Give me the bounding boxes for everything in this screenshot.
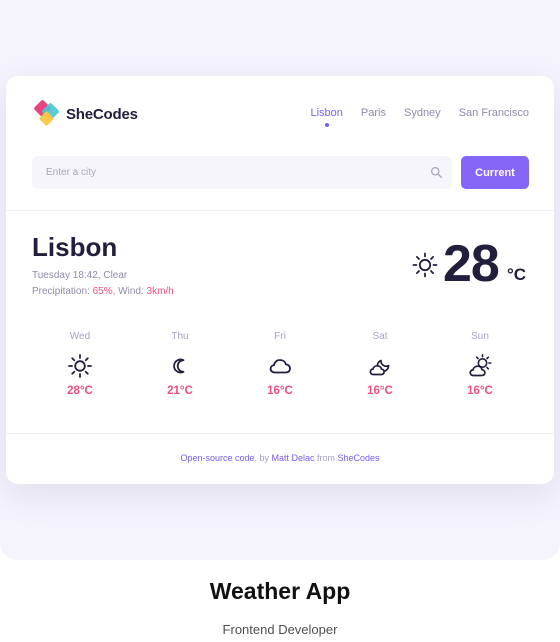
precipitation-value: 65% bbox=[92, 286, 113, 297]
forecast-temp: 21°C bbox=[167, 385, 193, 397]
weather-card: SheCodes Lisbon Paris Sydney San Francis… bbox=[6, 76, 554, 484]
forecast-temp: 16°C bbox=[467, 385, 493, 397]
day-time: Tuesday 18:42 bbox=[32, 270, 98, 281]
forecast-day: Sat 16°C bbox=[330, 331, 430, 397]
condition: Clear bbox=[103, 270, 128, 281]
cloud-sun-icon bbox=[469, 353, 492, 377]
cloud-moon-icon bbox=[369, 359, 390, 376]
forecast-day-name: Sat bbox=[372, 331, 388, 342]
project-title: Weather App bbox=[209, 578, 351, 604]
forecast-day-name: Wed bbox=[69, 331, 91, 342]
precip-wind: Precipitation: 65%, Wind: 3km/h bbox=[32, 286, 174, 297]
precipitation-label: Precipitation: bbox=[32, 286, 90, 297]
forecast-temp: 16°C bbox=[267, 385, 293, 397]
forecast-day-name: Thu bbox=[171, 331, 189, 342]
search-box bbox=[32, 156, 452, 189]
nav-item-paris[interactable]: Paris bbox=[361, 107, 386, 119]
moon-icon bbox=[173, 358, 185, 374]
nav-item-lisbon[interactable]: Lisbon bbox=[311, 107, 343, 127]
current-temperature: 28 bbox=[443, 235, 500, 293]
wind-value: 3km/h bbox=[146, 286, 174, 297]
city-nav: Lisbon Paris Sydney San Francisco bbox=[293, 107, 529, 127]
date-condition: Tuesday 18:42, Clear bbox=[32, 270, 128, 281]
forecast-temp: 16°C bbox=[367, 385, 393, 397]
search-icon[interactable] bbox=[430, 166, 443, 179]
forecast-day-name: Sun bbox=[471, 331, 489, 342]
forecast-temp: 28°C bbox=[67, 385, 93, 397]
active-nav-indicator bbox=[324, 123, 329, 127]
divider bbox=[6, 433, 554, 434]
temperature-unit[interactable]: °C bbox=[507, 265, 526, 285]
brand-name: SheCodes bbox=[66, 105, 138, 123]
sun-icon bbox=[68, 354, 92, 378]
author-link[interactable]: Matt Delac bbox=[272, 453, 315, 463]
cloud-icon bbox=[269, 359, 291, 374]
shecodes-link[interactable]: SheCodes bbox=[338, 453, 380, 463]
divider bbox=[6, 210, 554, 211]
forecast-day: Thu 21°C bbox=[130, 331, 230, 397]
forecast-day: Wed 28°C bbox=[30, 331, 130, 397]
nav-item-san-francisco[interactable]: San Francisco bbox=[459, 107, 529, 119]
wind-label: Wind: bbox=[118, 286, 144, 297]
footer-by-text: , by bbox=[254, 453, 272, 463]
open-source-link[interactable]: Open-source code bbox=[180, 453, 254, 463]
city-name: Lisbon bbox=[32, 232, 118, 262]
forecast-day-name: Fri bbox=[274, 331, 286, 342]
forecast-day: Sun 16°C bbox=[430, 331, 530, 397]
nav-item-sydney[interactable]: Sydney bbox=[404, 107, 441, 119]
forecast-day: Fri 16°C bbox=[230, 331, 330, 397]
forecast-row: Wed 28°C Thu 21°C Fri 16°C Sat 16°C Sun … bbox=[30, 331, 530, 397]
brand-logo[interactable]: SheCodes bbox=[32, 99, 138, 128]
footer-from-text: from bbox=[314, 453, 338, 463]
sun-icon bbox=[412, 252, 438, 278]
search-input[interactable] bbox=[32, 156, 452, 189]
project-subtitle: Frontend Developer bbox=[222, 622, 338, 637]
logo-icon bbox=[32, 99, 62, 128]
current-location-button[interactable]: Current bbox=[461, 156, 529, 189]
footer-credits: Open-source code, by Matt Delac from She… bbox=[6, 453, 554, 463]
